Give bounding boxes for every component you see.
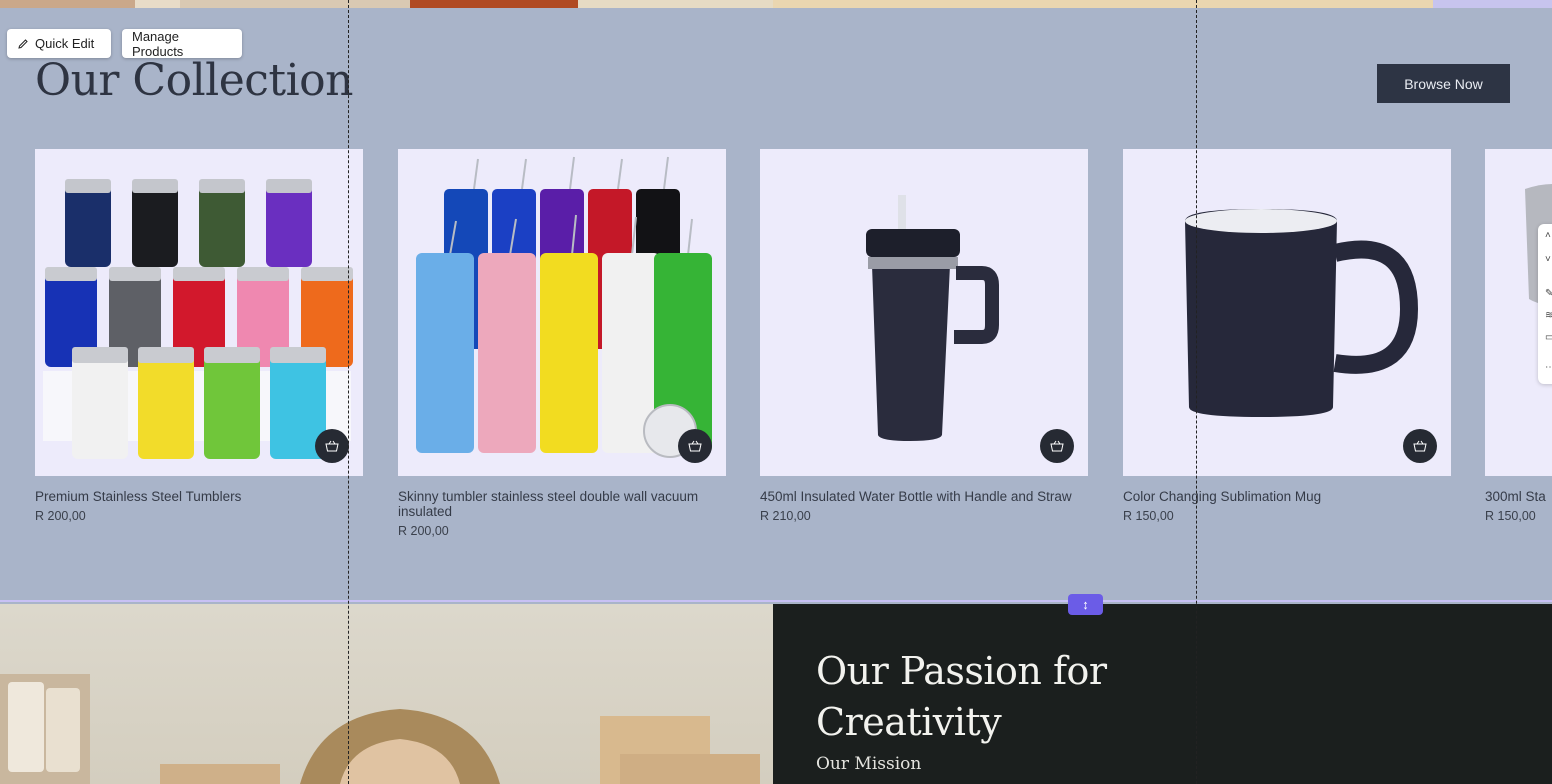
chevron-down-icon[interactable]: ˅ (1545, 254, 1551, 265)
about-panel: Our Passion for Creativity Our Mission (773, 604, 1552, 784)
chevron-up-icon[interactable]: ˄ (1545, 230, 1551, 241)
pencil-icon[interactable]: ✎ (1545, 288, 1552, 299)
product-price: R 150,00 (1123, 509, 1174, 523)
about-photo (0, 604, 773, 784)
about-heading: Our Passion for Creativity (816, 646, 1107, 748)
product-image[interactable] (398, 149, 726, 476)
shopping-bag-icon (325, 440, 339, 452)
product-name[interactable]: 450ml Insulated Water Bottle with Handle… (760, 489, 1088, 504)
product-price: R 210,00 (760, 509, 811, 523)
quick-edit-button[interactable]: Quick Edit (7, 29, 111, 58)
about-heading-line2: Creativity (816, 700, 1002, 744)
collection-section[interactable]: Quick Edit Manage Products Our Collectio… (0, 8, 1552, 602)
section-resize-handle[interactable]: ↕ (1068, 594, 1103, 615)
add-to-cart-button[interactable] (1040, 429, 1074, 463)
product-card[interactable]: Color Changing Sublimation Mug R 150,00 (1123, 149, 1451, 523)
product-name[interactable]: 300ml Sta (1485, 489, 1552, 504)
about-subheading: Our Mission (816, 754, 922, 774)
product-price: R 200,00 (35, 509, 86, 523)
add-to-cart-button[interactable] (678, 429, 712, 463)
shopping-bag-icon (1413, 440, 1427, 452)
manage-products-button[interactable]: Manage Products (122, 28, 242, 59)
product-card[interactable]: 450ml Insulated Water Bottle with Handle… (760, 149, 1088, 523)
more-icon[interactable]: ⋯ (1545, 362, 1552, 373)
grid-guide-line (1196, 0, 1197, 784)
shopping-bag-icon (688, 440, 702, 452)
previous-section-strip (0, 0, 1552, 8)
collection-title: Our Collection (35, 55, 354, 106)
pencil-icon (18, 38, 28, 49)
add-to-cart-button[interactable] (1403, 429, 1437, 463)
manage-products-label: Manage Products (132, 28, 184, 59)
browse-now-button[interactable]: Browse Now (1377, 64, 1510, 103)
product-image[interactable] (35, 149, 363, 476)
editor-canvas: Quick Edit Manage Products Our Collectio… (0, 0, 1552, 784)
about-heading-line1: Our Passion for (816, 649, 1107, 693)
product-price: R 150,00 (1485, 509, 1536, 523)
product-price: R 200,00 (398, 524, 449, 538)
product-image[interactable] (1123, 149, 1451, 476)
product-card[interactable]: Skinny tumbler stainless steel double wa… (398, 149, 726, 538)
product-image[interactable] (760, 149, 1088, 476)
layers-icon[interactable]: ≋ (1545, 310, 1552, 321)
quick-edit-label: Quick Edit (35, 36, 95, 51)
product-name[interactable]: Skinny tumbler stainless steel double wa… (398, 489, 726, 519)
shopping-bag-icon (1050, 440, 1064, 452)
product-name[interactable]: Premium Stainless Steel Tumblers (35, 489, 363, 504)
product-card[interactable]: Premium Stainless Steel Tumblers R 200,0… (35, 149, 363, 523)
section-side-toolbar[interactable]: ˄ ˅ ✎ ≋ ▭ ⋯ (1538, 224, 1552, 384)
grid-guide-line (348, 0, 349, 784)
add-to-cart-button[interactable] (315, 429, 349, 463)
copy-icon[interactable]: ▭ (1545, 332, 1552, 343)
product-name[interactable]: Color Changing Sublimation Mug (1123, 489, 1451, 504)
